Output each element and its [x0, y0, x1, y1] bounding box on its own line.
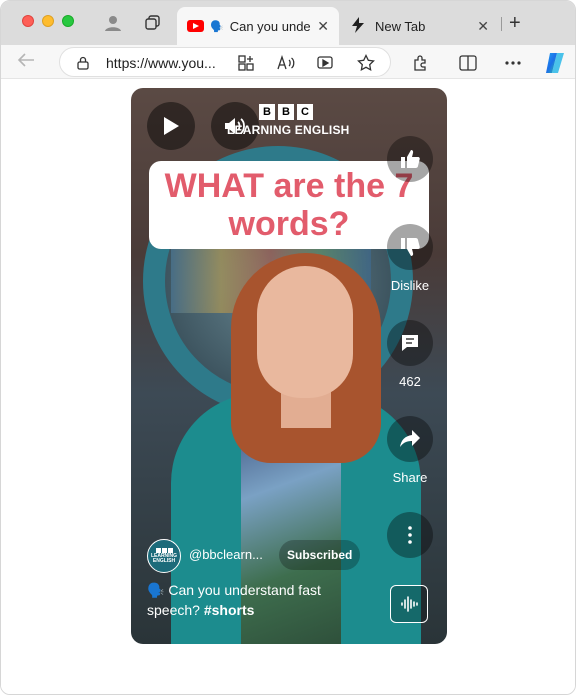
browser-window: 🗣️ Can you unde ✕ New Tab ✕ + https://ww… — [0, 0, 576, 695]
back-arrow-icon[interactable] — [17, 52, 35, 73]
thumbs-down-icon — [401, 238, 420, 256]
channel-name[interactable]: @bbclearn... — [189, 547, 263, 562]
extensions-icon[interactable] — [411, 53, 431, 73]
shorts-video-player[interactable]: B B C LEARNING ENGLISH WHAT are the 7 wo… — [131, 88, 447, 644]
page-content: B B C LEARNING ENGLISH WHAT are the 7 wo… — [1, 80, 575, 694]
close-window-button[interactable] — [22, 15, 34, 27]
share-label: Share — [392, 470, 428, 485]
lock-icon[interactable] — [76, 56, 90, 75]
tab-title: Can you unde — [229, 18, 311, 34]
address-bar[interactable]: https://www.you... — [59, 47, 391, 77]
new-tab-button[interactable]: + — [509, 13, 521, 33]
sound-button[interactable] — [390, 585, 428, 623]
tab-youtube-short[interactable]: 🗣️ Can you unde ✕ — [177, 7, 339, 45]
play-button[interactable] — [147, 102, 195, 150]
bbc-logo-letter: B — [278, 104, 294, 120]
media-control-icon[interactable] — [316, 53, 336, 73]
play-icon — [164, 117, 179, 135]
share-button[interactable] — [387, 416, 433, 462]
browser-toolbar: https://www.you... — [1, 45, 575, 79]
like-button[interactable] — [387, 136, 433, 182]
video-headline-card: WHAT are the 7 words? — [149, 161, 429, 249]
share-icon — [400, 430, 420, 447]
tab-divider — [501, 17, 502, 31]
comments-count: 462 — [399, 374, 421, 389]
caption-hashtag[interactable]: #shorts — [204, 602, 255, 618]
maximize-window-button[interactable] — [62, 15, 74, 27]
lightning-icon — [351, 16, 365, 36]
audio-wave-icon — [401, 596, 418, 612]
bbc-logo-subtitle: LEARNING ENGLISH — [227, 123, 350, 137]
minimize-window-button[interactable] — [42, 15, 54, 27]
video-headline-text: WHAT are the 7 words? — [164, 167, 414, 243]
split-screen-icon[interactable] — [458, 53, 478, 73]
more-options-button[interactable] — [387, 512, 433, 558]
workspaces-icon[interactable] — [143, 13, 163, 33]
comments-button[interactable] — [387, 320, 433, 366]
speech-emoji: 🗣️ — [210, 20, 224, 33]
copilot-icon[interactable] — [543, 51, 567, 75]
bbc-logo-letter: B — [259, 104, 275, 120]
presenter-face — [257, 266, 353, 398]
thumbs-up-icon — [401, 150, 420, 168]
tab-title: New Tab — [375, 18, 426, 34]
avatar-text: LEARNING ENGLISH — [150, 553, 178, 564]
more-icon[interactable] — [503, 53, 523, 73]
tab-new-tab[interactable]: New Tab ✕ — [343, 7, 499, 45]
bbc-logo: B B C — [259, 104, 313, 120]
caption-emoji: 🗣️ — [147, 582, 165, 598]
profile-icon[interactable] — [103, 13, 123, 33]
tab-strip: 🗣️ Can you unde ✕ New Tab ✕ + — [1, 1, 575, 45]
dislike-label: Dislike — [390, 278, 430, 293]
dislike-button[interactable] — [387, 224, 433, 270]
youtube-favicon — [187, 20, 204, 32]
bbc-logo-letter: C — [297, 104, 313, 120]
add-to-icon[interactable] — [236, 53, 256, 73]
more-vertical-icon — [408, 526, 412, 544]
subscribed-button[interactable]: Subscribed — [279, 540, 361, 570]
comment-icon — [402, 335, 418, 351]
favorite-star-icon[interactable] — [356, 53, 376, 73]
close-tab-icon[interactable]: ✕ — [477, 18, 489, 35]
close-tab-icon[interactable]: ✕ — [317, 18, 329, 35]
url-text[interactable]: https://www.you... — [106, 55, 216, 71]
channel-avatar[interactable]: LEARNING ENGLISH — [147, 539, 181, 573]
video-caption[interactable]: 🗣️ Can you understand fast speech? #shor… — [147, 580, 367, 620]
read-aloud-icon[interactable] — [276, 53, 296, 73]
